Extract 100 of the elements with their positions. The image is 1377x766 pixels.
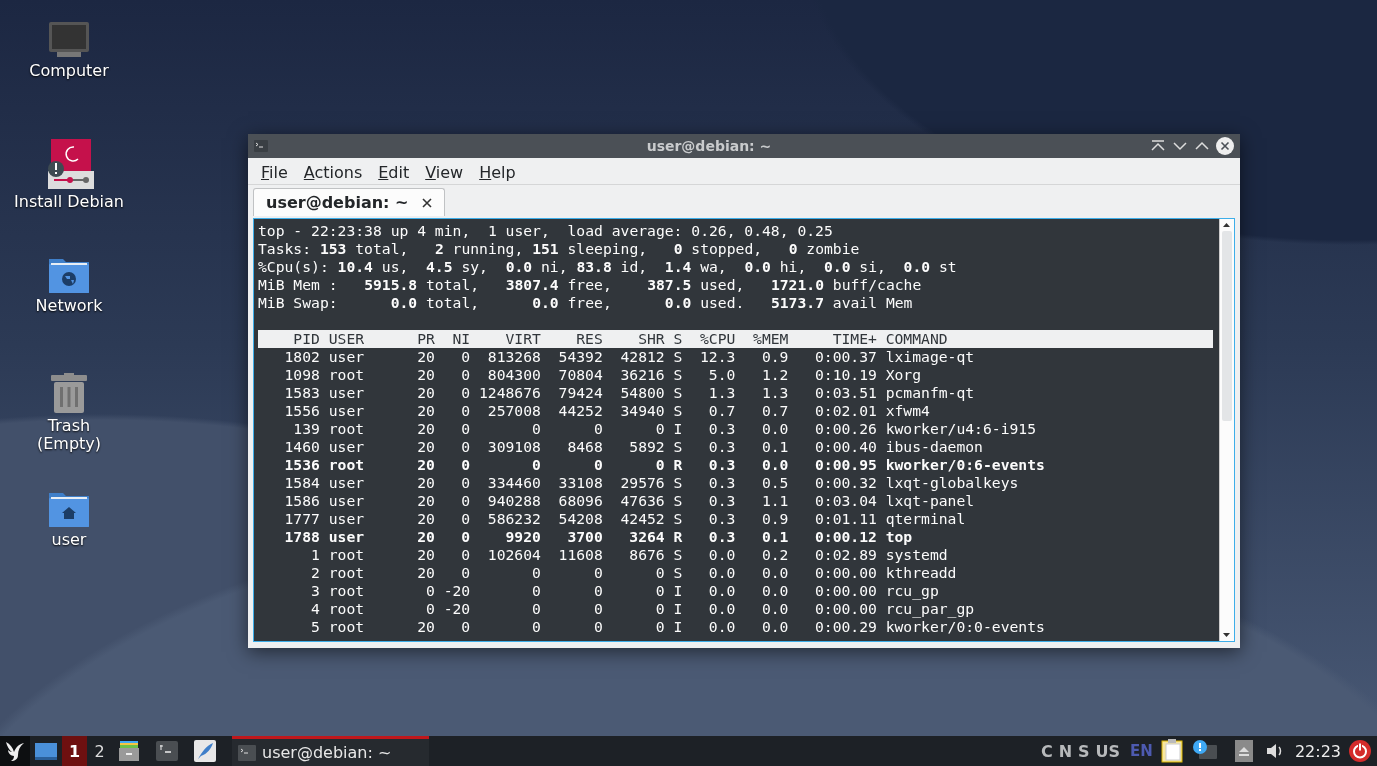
- menu-item[interactable]: Actions: [295, 162, 371, 182]
- terminal-icon[interactable]: [156, 741, 178, 761]
- table-cell-text: 20: [416, 438, 435, 456]
- clock[interactable]: 22:23: [1294, 741, 1341, 761]
- table-cell-text: 0:00.26: [813, 420, 877, 438]
- desktop-icon-label[interactable]: user: [51, 531, 87, 549]
- table-cell-text: 1586: [283, 492, 320, 510]
- table-cell: R: [673, 456, 683, 474]
- table-cell-text: root: [328, 420, 366, 438]
- table-cell-text: 0: [460, 438, 471, 456]
- table-cell-text: 1777: [283, 510, 320, 528]
- table-cell-text: 44252: [557, 402, 603, 420]
- table-cell: S: [673, 492, 683, 510]
- table-cell-text: 1.3: [707, 384, 736, 402]
- table-cell-text: 0.3: [707, 492, 736, 510]
- table-cell-text: 42452: [619, 510, 665, 528]
- table-cell-text: 1248676: [478, 384, 541, 402]
- table-cell-text: 0: [654, 582, 665, 600]
- menu-item[interactable]: Edit: [370, 162, 418, 182]
- table-cell-text: 0.0: [760, 564, 789, 582]
- column-header: COMMAND: [885, 330, 948, 348]
- table-cell-text: 20: [416, 546, 435, 564]
- table-cell-text: 0: [460, 474, 471, 492]
- table-cell-text: 20: [416, 348, 435, 366]
- table-cell-text: 20: [416, 528, 435, 546]
- desktop-icon-label[interactable]: Trash (Empty): [36, 417, 102, 453]
- table-cell-text: 0: [460, 402, 471, 420]
- table-cell-text: 0: [592, 618, 603, 636]
- desktop-icon-label[interactable]: Computer: [29, 62, 109, 80]
- table-cell-text: 0:01.11: [813, 510, 877, 528]
- desktop-icon-label[interactable]: Network: [35, 297, 103, 315]
- feather-icon[interactable]: [194, 740, 216, 762]
- table-cell-text: 0.2: [760, 546, 789, 564]
- table-cell-text: 0:00.40: [813, 438, 877, 456]
- table-cell-text: 0.3: [707, 420, 736, 438]
- table-cell-text: 0.5: [760, 474, 789, 492]
- menu-item[interactable]: View: [417, 162, 472, 182]
- table-cell-text: 42812: [619, 348, 665, 366]
- table-cell-text: root: [328, 456, 366, 474]
- table-cell-text: 940288: [486, 492, 541, 510]
- table-cell-text: 586232: [486, 510, 541, 528]
- table-cell: I: [673, 582, 683, 600]
- table-cell-text: 0: [531, 582, 541, 600]
- table-cell-text: 309108: [486, 438, 541, 456]
- table-cell-text: 0.3: [707, 456, 736, 474]
- desktop-icon-label[interactable]: Install Debian: [14, 193, 124, 211]
- table-cell-text: 20: [416, 564, 435, 582]
- workspace-button[interactable]: 1: [62, 736, 87, 766]
- clipboard-icon[interactable]: [1160, 739, 1183, 763]
- table-cell-text: 20: [416, 420, 435, 438]
- power-icon[interactable]: [1349, 740, 1371, 762]
- table-cell-text: 0.0: [760, 618, 789, 636]
- keyboard-indicator: US: [1095, 741, 1121, 761]
- table-cell-text: 813268: [486, 348, 541, 366]
- keyboard-indicator: C: [1040, 741, 1053, 761]
- task-button[interactable]: user@debian: ~: [232, 736, 429, 766]
- table-cell: S: [673, 402, 683, 420]
- summary-line: MiB Mem : 5915.8 total, 3807.4 free, 387.5 used, 1721.0 buff/cache: [258, 276, 923, 294]
- table-cell-text: 54800: [619, 384, 665, 402]
- table-cell-text: 0: [592, 420, 603, 438]
- table-cell-text: 3: [310, 582, 320, 600]
- workspace-button[interactable]: 2: [87, 736, 112, 766]
- table-cell: rcu_gp: [885, 582, 939, 600]
- bird-logo-icon[interactable]: [0, 736, 30, 766]
- table-cell: kthreadd: [885, 564, 957, 582]
- scrollbar-thumb[interactable]: [1222, 231, 1232, 421]
- keyboard-indicator: N: [1058, 741, 1073, 761]
- column-header: PR: [416, 330, 435, 348]
- terminal-tab[interactable]: user@debian: ~: [253, 188, 446, 216]
- table-cell-text: root: [328, 618, 366, 636]
- table-cell-text: 0: [654, 600, 665, 618]
- show-desktop-icon[interactable]: [34, 741, 58, 761]
- menu-item[interactable]: Help: [471, 162, 524, 182]
- close-button[interactable]: [1216, 137, 1234, 155]
- table-cell-text: 1460: [283, 438, 320, 456]
- table-cell: I: [673, 420, 683, 438]
- minimize-button[interactable]: [1172, 139, 1188, 153]
- keep-above-button[interactable]: [1150, 139, 1166, 153]
- close-icon[interactable]: [422, 197, 433, 208]
- table-cell-text: 0: [460, 492, 471, 510]
- table-cell-text: 1584: [283, 474, 320, 492]
- eject-icon[interactable]: [1234, 740, 1253, 762]
- terminal-icon: [254, 140, 268, 152]
- table-cell-text: 257008: [486, 402, 541, 420]
- table-cell: kworker/0:0-events: [885, 618, 1045, 636]
- table-cell-text: root: [328, 582, 366, 600]
- globe-folder-icon: [49, 256, 89, 293]
- table-cell-text: 8676: [628, 546, 665, 564]
- scrollbar[interactable]: [1219, 219, 1234, 641]
- table-cell-text: 8468: [566, 438, 603, 456]
- table-cell-text: root: [328, 564, 366, 582]
- table-cell-text: 139: [292, 420, 320, 438]
- table-cell-text: user: [328, 438, 366, 456]
- table-cell-text: 29576: [619, 474, 665, 492]
- table-cell-text: 0.0: [707, 546, 736, 564]
- menu-item[interactable]: File: [253, 162, 296, 182]
- table-cell-text: 1.1: [760, 492, 789, 510]
- table-cell-text: 0: [531, 618, 541, 636]
- table-cell: I: [673, 600, 683, 618]
- file-cabinet-icon[interactable]: [118, 740, 140, 762]
